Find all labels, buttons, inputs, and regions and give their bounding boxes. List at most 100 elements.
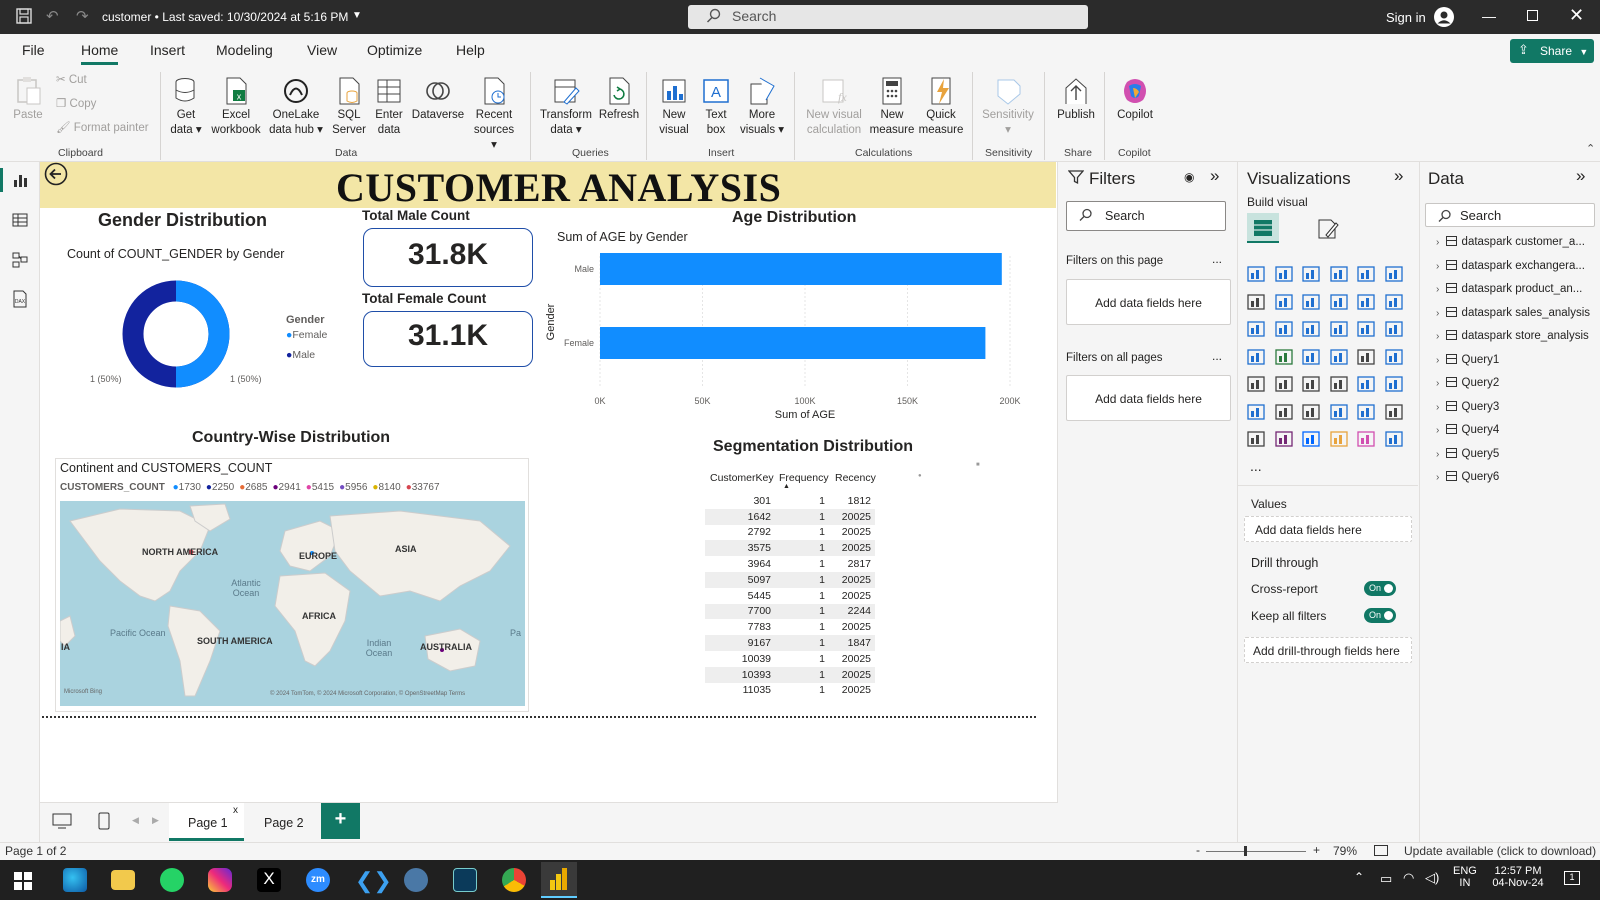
zoom-in-button[interactable]: +: [1313, 843, 1320, 857]
smart-narrative-visual-icon[interactable]: [1356, 402, 1376, 422]
table-visual-icon[interactable]: [1329, 374, 1349, 394]
filter-drop-zone-all[interactable]: Add data fields here: [1066, 375, 1231, 421]
new-measure-button[interactable]: New measure: [868, 72, 916, 138]
power-automate-visual-icon[interactable]: [1301, 429, 1321, 449]
chevron-right-icon[interactable]: ›: [1436, 472, 1439, 483]
legend-item[interactable]: ●5956: [339, 482, 367, 493]
area-visual-icon[interactable]: [1274, 292, 1294, 312]
chevron-right-icon[interactable]: ›: [1436, 449, 1439, 460]
fit-to-page-icon[interactable]: [1374, 845, 1388, 856]
table-row[interactable]: 7783 1 20025: [705, 619, 875, 635]
tab-modeling[interactable]: Modeling: [216, 42, 273, 58]
card-visual-icon[interactable]: [1384, 347, 1404, 367]
data-table-item[interactable]: › Query1: [1436, 353, 1499, 366]
chevron-right-icon[interactable]: ›: [1436, 284, 1439, 295]
donut-visual-icon[interactable]: [1384, 319, 1404, 339]
zoom-app-icon[interactable]: zm: [306, 868, 330, 892]
sql-server-button[interactable]: SQL Server: [330, 72, 368, 138]
ribbon-visual-icon[interactable]: [1246, 319, 1266, 339]
100-bar-visual-icon[interactable]: [1356, 264, 1376, 284]
total-female-card[interactable]: 31.1K: [363, 311, 533, 367]
dax-query-view-icon[interactable]: DAX: [12, 290, 28, 311]
decomposition-tree-visual-icon[interactable]: [1301, 402, 1321, 422]
legend-item[interactable]: ●Female: [286, 329, 327, 341]
data-table-item[interactable]: › Query4: [1436, 424, 1499, 436]
age-distribution-visual[interactable]: Age Distribution Sum of AGE by Gender 0K…: [540, 208, 1040, 438]
map-area[interactable]: NORTH AMERICA EUROPE ASIA Atlantic Ocean…: [60, 501, 525, 706]
windows-start-icon[interactable]: [14, 872, 32, 893]
stacked-area-visual-icon[interactable]: [1301, 292, 1321, 312]
table-view-icon[interactable]: [12, 212, 28, 231]
x-icon[interactable]: X: [257, 868, 281, 892]
tab-help[interactable]: Help: [456, 42, 485, 58]
legend-item[interactable]: ●33767: [406, 482, 440, 493]
minimize-icon[interactable]: —: [1482, 8, 1496, 24]
mysql-workbench-icon[interactable]: [453, 868, 477, 892]
gauge-visual-icon[interactable]: [1356, 347, 1376, 367]
expand-pane-icon[interactable]: »: [1576, 166, 1585, 186]
legend-item[interactable]: ●8140: [372, 482, 400, 493]
desktop-layout-icon[interactable]: [52, 813, 72, 832]
instagram-icon[interactable]: [208, 868, 232, 892]
refresh-button[interactable]: Refresh: [598, 72, 640, 123]
line-column-visual-icon[interactable]: [1356, 292, 1376, 312]
key-influencers-visual-icon[interactable]: [1274, 402, 1294, 422]
data-table-item[interactable]: › dataspark sales_analysis: [1436, 306, 1590, 319]
update-notice[interactable]: Update available (click to download): [1404, 844, 1596, 858]
data-table-item[interactable]: › dataspark product_an...: [1436, 283, 1582, 295]
chevron-down-icon[interactable]: ▼: [352, 10, 362, 21]
data-table-item[interactable]: › dataspark customer_a...: [1436, 236, 1585, 248]
table-row[interactable]: 5445 1 20025: [705, 588, 875, 604]
back-arrow-icon[interactable]: [44, 162, 68, 189]
clock[interactable]: 12:57 PM 04-Nov-24: [1488, 865, 1548, 889]
postgresql-icon[interactable]: [404, 868, 428, 892]
enter-data-button[interactable]: Enter data: [372, 72, 406, 138]
undo-icon[interactable]: ↶: [46, 7, 59, 25]
document-title[interactable]: customer • Last saved: 10/30/2024 at 5:1…: [102, 10, 348, 24]
sign-in-button[interactable]: Sign in: [1386, 10, 1426, 25]
next-page-icon[interactable]: ▶: [152, 815, 159, 826]
slicer-visual-icon[interactable]: [1301, 374, 1321, 394]
format-visual-icon[interactable]: [1316, 217, 1340, 244]
zoom-slider-thumb[interactable]: [1244, 846, 1247, 856]
zoom-slider[interactable]: [1206, 851, 1306, 852]
cut-button[interactable]: ✂ Cut: [56, 73, 87, 88]
chevron-right-icon[interactable]: ›: [1436, 402, 1439, 413]
tab-optimize[interactable]: Optimize: [367, 42, 422, 58]
narrative-visual-icon[interactable]: [1384, 429, 1404, 449]
onelake-data-hub-button[interactable]: OneLake data hub ▾: [266, 72, 326, 138]
model-view-icon[interactable]: [12, 252, 28, 271]
page-tab-2[interactable]: Page 2: [264, 816, 304, 830]
data-table-item[interactable]: › Query3: [1436, 400, 1499, 413]
close-page-icon[interactable]: x: [233, 805, 238, 816]
zoom-out-button[interactable]: -: [1196, 843, 1200, 857]
table-row[interactable]: 10039 1 20025: [705, 651, 875, 667]
power-apps-visual-icon[interactable]: [1274, 429, 1294, 449]
quick-measure-button[interactable]: Quick measure: [916, 72, 966, 138]
matrix-visual-icon[interactable]: [1356, 374, 1376, 394]
volume-icon[interactable]: ◁): [1425, 870, 1439, 886]
legend-item[interactable]: ●2685: [239, 482, 267, 493]
gender-distribution-visual[interactable]: Gender Distribution Count of COUNT_GENDE…: [40, 208, 340, 408]
dataverse-button[interactable]: Dataverse: [410, 72, 466, 123]
wifi-icon[interactable]: ◠: [1403, 870, 1414, 886]
page-tab-1[interactable]: Page 1 x: [169, 803, 244, 841]
table-row[interactable]: 3964 1 2817: [705, 556, 875, 572]
chrome-icon[interactable]: [502, 868, 526, 892]
python-visual-visual-icon[interactable]: [1246, 402, 1266, 422]
map-attribution[interactable]: © 2024 TomTom, © 2024 Microsoft Corporat…: [270, 691, 465, 697]
data-table-item[interactable]: › Query5: [1436, 447, 1499, 460]
treemap-visual-icon[interactable]: [1246, 347, 1266, 367]
recent-sources-button[interactable]: Recent sources ▾: [470, 72, 518, 153]
line-clustered-visual-icon[interactable]: [1384, 292, 1404, 312]
drill-through-drop-zone[interactable]: Add drill-through fields here: [1244, 637, 1412, 663]
power-bi-taskbar-button[interactable]: [541, 862, 577, 898]
expand-pane-icon[interactable]: »: [1394, 166, 1403, 186]
collapse-ribbon-icon[interactable]: ⌃: [1586, 142, 1595, 155]
filters-search-input[interactable]: Search: [1066, 201, 1226, 231]
column-header[interactable]: CustomerKey: [710, 472, 774, 484]
sensitivity-button[interactable]: Sensitivity ▾: [978, 72, 1038, 138]
prev-page-icon[interactable]: ◀: [132, 815, 139, 826]
total-male-card[interactable]: 31.8K: [363, 228, 533, 287]
publish-button[interactable]: Publish: [1054, 72, 1098, 123]
